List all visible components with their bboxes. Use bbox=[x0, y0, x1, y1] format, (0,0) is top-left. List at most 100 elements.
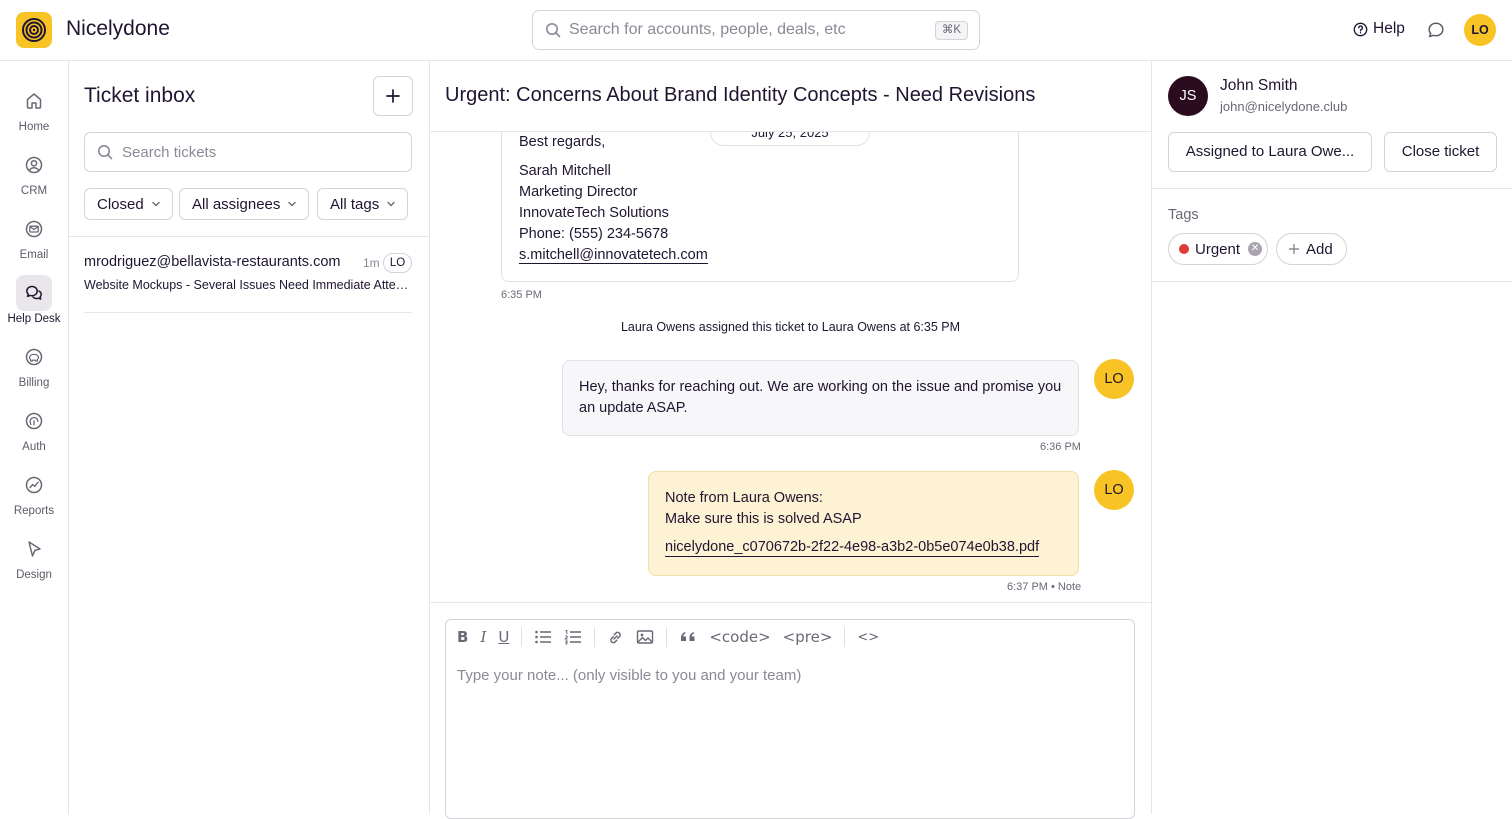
system-assignment-message: Laura Owens assigned this ticket to Laur… bbox=[620, 320, 961, 334]
tag-name: Urgent bbox=[1195, 240, 1241, 258]
assignee-button[interactable]: Assigned to Laura Owe... bbox=[1168, 132, 1372, 172]
note-input-placeholder[interactable]: Type your note... (only visible to you a… bbox=[457, 667, 801, 684]
messages-icon[interactable] bbox=[1427, 21, 1445, 39]
new-ticket-button[interactable] bbox=[373, 76, 413, 116]
ticket-details-panel: JS John Smith john@nicelydone.club Assig… bbox=[1151, 61, 1512, 814]
note-avatar: LO bbox=[1094, 470, 1134, 510]
customer-avatar: JS bbox=[1168, 76, 1208, 116]
message-thread[interactable]: Best regards, Sarah Mitchell Marketing D… bbox=[430, 132, 1151, 602]
piggy-bank-icon bbox=[25, 348, 43, 366]
image-button[interactable] bbox=[636, 625, 654, 649]
inbox-divider bbox=[69, 236, 429, 237]
nav-item-design[interactable]: Design bbox=[0, 531, 68, 591]
search-placeholder: Search for accounts, people, deals, etc bbox=[569, 21, 846, 38]
tag-color-dot bbox=[1179, 244, 1189, 254]
search-icon bbox=[546, 23, 561, 38]
ticket-list-item[interactable]: mrodriguez@bellavista-restaurants.com 1m… bbox=[84, 249, 414, 313]
email-sender-phone: Phone: (555) 234-5678 bbox=[519, 226, 669, 242]
customer-name[interactable]: John Smith bbox=[1220, 77, 1298, 95]
nav-item-email[interactable]: Email bbox=[0, 211, 68, 271]
code-block-button[interactable]: <pre> bbox=[783, 625, 833, 649]
add-tag-button[interactable]: Add bbox=[1276, 233, 1347, 265]
panel-divider bbox=[1152, 281, 1512, 282]
add-tag-label: Add bbox=[1306, 240, 1333, 258]
global-search-input[interactable]: Search for accounts, people, deals, etc … bbox=[532, 10, 980, 50]
close-ticket-button[interactable]: Close ticket bbox=[1384, 132, 1497, 172]
cursor-icon bbox=[28, 541, 41, 557]
plus-icon bbox=[386, 89, 400, 103]
nav-label-crm: CRM bbox=[20, 185, 48, 197]
conversation-panel: Urgent: Concerns About Brand Identity Co… bbox=[430, 61, 1151, 819]
toolbar-separator bbox=[844, 627, 846, 647]
numbered-list-icon bbox=[564, 630, 582, 645]
search-icon bbox=[98, 145, 113, 160]
nav-item-help-desk[interactable]: Help Desk bbox=[0, 275, 68, 335]
thread-divider bbox=[430, 602, 1151, 603]
chevron-down-icon bbox=[288, 201, 297, 207]
help-button[interactable]: Help bbox=[1353, 20, 1405, 38]
ticket-inbox-panel: Ticket inbox Search tickets Closed All a… bbox=[69, 61, 430, 814]
search-shortcut-badge: ⌘K bbox=[934, 21, 968, 40]
status-filter-value: Closed bbox=[97, 195, 144, 213]
nav-item-auth[interactable]: Auth bbox=[0, 403, 68, 463]
image-icon bbox=[637, 630, 654, 644]
customer-email-message: Best regards, Sarah Mitchell Marketing D… bbox=[501, 132, 1019, 282]
note-attachment-link[interactable]: nicelydone_c070672b-2f22-4e98-a3b2-0b5e0… bbox=[665, 539, 1040, 557]
reply-timestamp: 6:36 PM bbox=[1040, 441, 1081, 453]
nav-item-home[interactable]: Home bbox=[0, 83, 68, 143]
ticket-subject: Website Mockups - Several Issues Need Im… bbox=[84, 278, 414, 292]
nav-label-help-desk: Help Desk bbox=[7, 313, 61, 325]
internal-note-message: Note from Laura Owens: Make sure this is… bbox=[648, 471, 1079, 576]
ticket-sender-email: mrodriguez@bellavista-restaurants.com bbox=[84, 254, 341, 270]
app-name: Nicelydone bbox=[66, 17, 170, 40]
assignee-filter-dropdown[interactable]: All assignees bbox=[179, 188, 310, 220]
ticket-search-input[interactable]: Search tickets bbox=[84, 132, 412, 172]
remove-tag-icon[interactable]: ✕ bbox=[1248, 242, 1263, 256]
date-separator: July 25, 2025 bbox=[710, 132, 870, 146]
link-button[interactable] bbox=[607, 625, 624, 649]
nav-label-design: Design bbox=[16, 569, 52, 581]
italic-button[interactable]: I bbox=[480, 625, 486, 649]
nav-item-billing[interactable]: Billing bbox=[0, 339, 68, 399]
bold-button[interactable]: B bbox=[457, 625, 468, 649]
chat-bubbles-icon bbox=[26, 285, 42, 300]
email-sender-address-link[interactable]: s.mitchell@innovatetech.com bbox=[519, 247, 708, 264]
email-sender-company: InnovateTech Solutions bbox=[519, 205, 669, 221]
home-icon bbox=[26, 93, 42, 109]
tag-filter-value: All tags bbox=[330, 195, 380, 213]
ticket-title: Urgent: Concerns About Brand Identity Co… bbox=[445, 84, 1036, 106]
html-source-button[interactable]: <> bbox=[857, 625, 879, 649]
user-avatar[interactable]: LO bbox=[1464, 14, 1496, 46]
toolbar-separator bbox=[594, 627, 596, 647]
quote-button[interactable] bbox=[679, 625, 697, 649]
bullet-list-icon bbox=[535, 630, 552, 644]
nav-item-crm[interactable]: CRM bbox=[0, 147, 68, 207]
nav-item-reports[interactable]: Reports bbox=[0, 467, 68, 527]
bullet-list-button[interactable] bbox=[534, 625, 552, 649]
note-editor: B I U <code> <pre> <> Type your note... … bbox=[445, 619, 1135, 819]
chevron-down-icon bbox=[152, 201, 160, 207]
toolbar-separator bbox=[666, 627, 668, 647]
logo-icon[interactable] bbox=[16, 12, 52, 48]
nav-label-email: Email bbox=[19, 249, 49, 261]
help-label: Help bbox=[1373, 20, 1405, 37]
sidebar-nav: Home CRM Email Help Desk Billing Auth Re… bbox=[0, 61, 69, 814]
inbox-title: Ticket inbox bbox=[84, 84, 196, 107]
reply-avatar: LO bbox=[1094, 359, 1134, 399]
link-icon bbox=[610, 631, 622, 643]
chart-icon bbox=[25, 476, 43, 494]
inline-code-button[interactable]: <code> bbox=[709, 625, 770, 649]
status-filter-dropdown[interactable]: Closed bbox=[84, 188, 173, 220]
numbered-list-button[interactable] bbox=[564, 625, 582, 649]
email-sender-name: Sarah Mitchell bbox=[519, 163, 611, 179]
underline-button[interactable]: U bbox=[498, 625, 509, 649]
nav-label-billing: Billing bbox=[18, 377, 50, 389]
nav-label-reports: Reports bbox=[13, 505, 55, 517]
tag-filter-dropdown[interactable]: All tags bbox=[317, 188, 409, 220]
tag-urgent[interactable]: Urgent ✕ bbox=[1168, 233, 1268, 265]
nav-label-auth: Auth bbox=[22, 441, 46, 453]
user-circle-icon bbox=[25, 156, 43, 174]
customer-email: john@nicelydone.club bbox=[1220, 99, 1348, 114]
reply-text: Hey, thanks for reaching out. We are wor… bbox=[579, 379, 1062, 416]
email-closing: Best regards, bbox=[519, 134, 606, 150]
